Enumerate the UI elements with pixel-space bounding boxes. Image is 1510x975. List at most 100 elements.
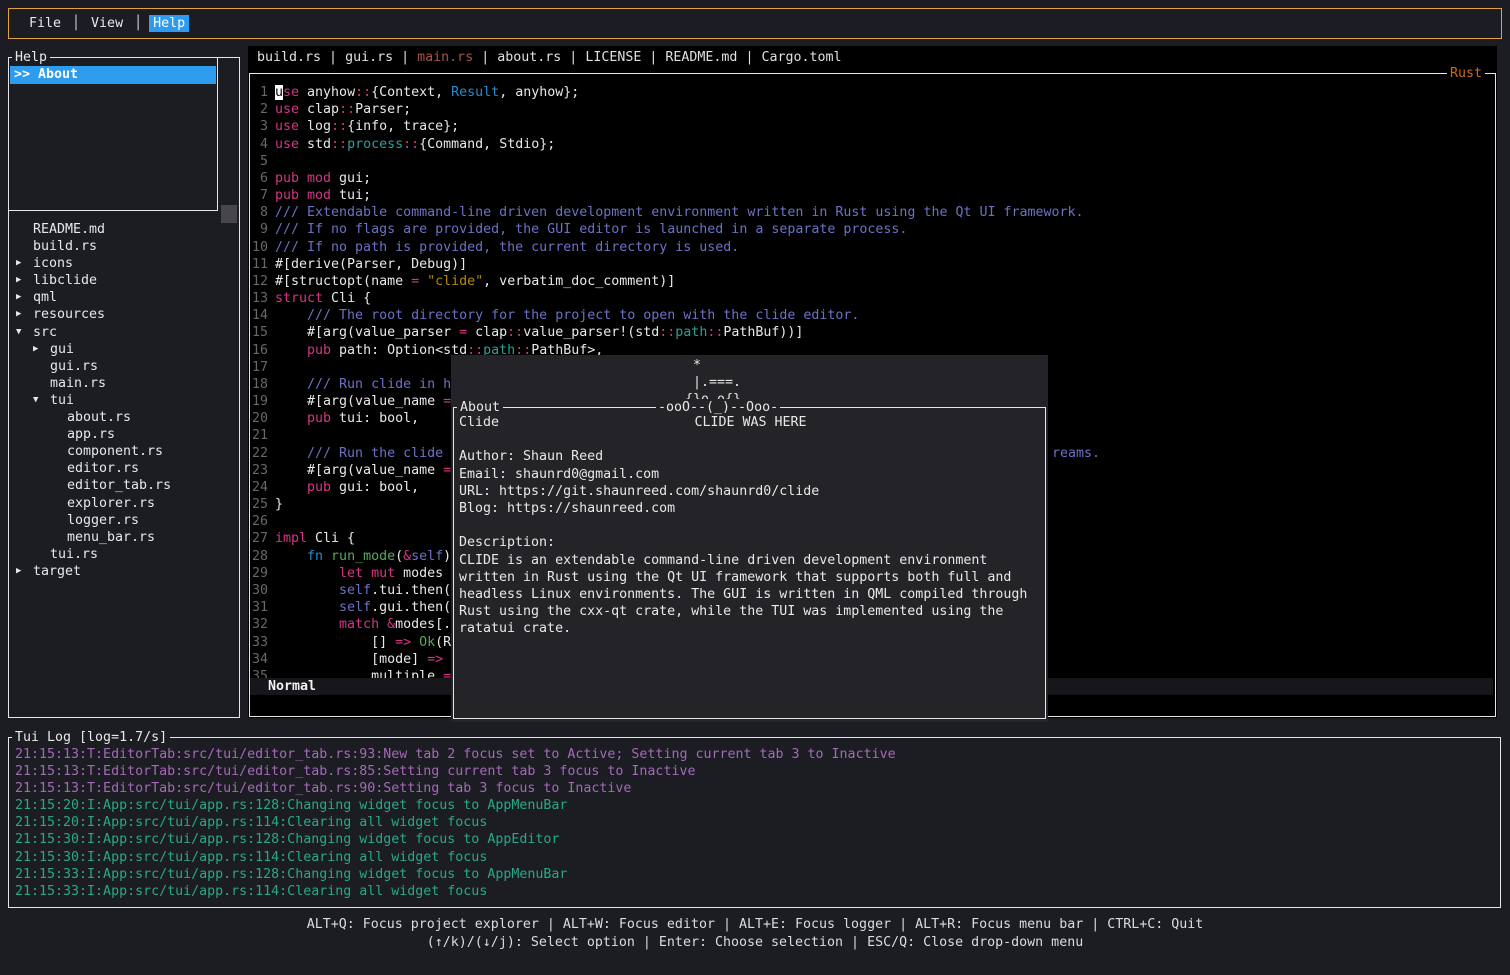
explorer-item-gui[interactable]: ▶gui [10,341,238,358]
folder-collapsed-icon: ▶ [32,341,50,358]
explorer-item-label: qml [33,289,57,306]
code-line: 7pub mod tui; [250,187,1493,204]
code-token: .gui.then( [371,600,451,615]
tab-gui.rs[interactable]: gui.rs [345,50,393,65]
code-text: match &modes[. [275,616,451,633]
tab-Cargo.toml[interactable]: Cargo.toml [761,50,841,65]
tab-main.rs[interactable]: main.rs [417,50,473,65]
explorer-item-logger.rs[interactable]: logger.rs [10,512,238,529]
tab-LICENSE[interactable]: LICENSE [585,50,641,65]
code-token: clap [299,102,339,117]
menu-bar: File│View│Help [8,8,1502,39]
explorer-item-component.rs[interactable]: component.rs [10,443,238,460]
explorer-item-resources[interactable]: ▶resources [10,306,238,323]
text-cursor: u [275,85,283,100]
explorer-item-libclide[interactable]: ▶libclide [10,272,238,289]
code-line: 8/// Extendable command-line driven deve… [250,204,1493,221]
code-line: 15 #[arg(value_parser = clap::value_pars… [250,324,1493,341]
about-dialog-row: ratatui crate. [459,620,1042,637]
menu-item-file[interactable]: File [25,15,65,32]
code-token: = [459,325,467,340]
code-token: :: [403,137,419,152]
about-dialog-row: Author: Shaun Reed [459,448,1042,465]
log-entry-info: 21:15:33:I:App:src/tui/app.rs:114:Cleari… [15,883,1500,900]
explorer-item-tui[interactable]: ▼tui [10,392,238,409]
line-number: 17 [250,359,268,376]
explorer-item-explorer.rs[interactable]: explorer.rs [10,495,238,512]
menu-option-about[interactable]: >> About [10,66,216,84]
code-text: #[structopt(name = "clide", verbatim_doc… [275,273,675,290]
code-token: run_mode [323,549,395,564]
code-token: Ok [419,635,435,650]
code-line: 5 [250,153,1493,170]
log-entry-info: 21:15:30:I:App:src/tui/app.rs:128:Changi… [15,831,1500,848]
line-number: 15 [250,324,268,341]
line-number: 16 [250,342,268,359]
code-token: /// If no flags are provided, the GUI ed… [275,222,907,237]
explorer-item-target[interactable]: ▶target [10,563,238,580]
explorer-item-icons[interactable]: ▶icons [10,255,238,272]
editor-tab-bar: build.rs | gui.rs | main.rs | about.rs |… [257,50,842,65]
code-text: use clap::Parser; [275,101,411,118]
explorer-item-tui.rs[interactable]: tui.rs [10,546,238,563]
code-text: } [275,496,283,513]
menu-item-view[interactable]: View [87,15,127,32]
code-text: /// Run the clide [275,445,451,462]
explorer-item-build.rs[interactable]: build.rs [10,238,238,255]
code-token: se [283,85,299,100]
explorer-scrollbar-thumb[interactable] [221,205,237,223]
line-number: 13 [250,290,268,307]
code-text: use std::process::{Command, Stdio}; [275,136,555,153]
explorer-item-label: editor.rs [67,460,139,477]
line-number: 6 [250,170,268,187]
code-text: self.tui.then( [275,582,451,599]
tab-build.rs[interactable]: build.rs [257,50,321,65]
code-token: Result [451,85,499,100]
menu-item-help[interactable]: Help [149,15,189,32]
code-token: modes[. [395,617,451,632]
line-number: 30 [250,582,268,599]
code-token: :: [339,102,355,117]
explorer-item-label: target [33,563,81,580]
explorer-item-qml[interactable]: ▶qml [10,289,238,306]
explorer-item-gui.rs[interactable]: gui.rs [10,358,238,375]
log-entries: 21:15:13:T:EditorTab:src/tui/editor_tab.… [9,738,1500,900]
line-number: 22 [250,445,268,462]
code-token: , verbatim_doc_comment)] [483,274,675,289]
code-text: /// If no flags are provided, the GUI ed… [275,221,907,238]
line-number: 29 [250,565,268,582]
folder-collapsed-icon: ▶ [15,255,33,272]
tab-separator: | [321,50,345,65]
line-number: 5 [250,153,268,170]
code-token: use [275,119,299,134]
code-text: #[derive(Parser, Debug)] [275,256,467,273]
explorer-item-README.md[interactable]: README.md [10,221,238,238]
code-token [411,635,419,650]
code-text: pub tui: bool, [275,410,419,427]
code-token: /// The root directory for the project t… [275,308,859,323]
code-token: ( [395,549,403,564]
tab-README.md[interactable]: README.md [665,50,737,65]
line-number: 9 [250,221,268,238]
tab-about.rs[interactable]: about.rs [497,50,561,65]
explorer-item-app.rs[interactable]: app.rs [10,426,238,443]
explorer-item-main.rs[interactable]: main.rs [10,375,238,392]
language-badge: Rust [1447,65,1485,82]
log-entry-trace: 21:15:13:T:EditorTab:src/tui/editor_tab.… [15,763,1500,780]
code-text: impl Cli { [275,530,355,547]
code-token: use [275,102,299,117]
explorer-item-menu_bar.rs[interactable]: menu_bar.rs [10,529,238,546]
code-text: [] => Ok(R [275,634,451,651]
explorer-item-src[interactable]: ▼src [10,324,238,341]
log-entry-trace: 21:15:13:T:EditorTab:src/tui/editor_tab.… [15,746,1500,763]
explorer-item-editor.rs[interactable]: editor.rs [10,460,238,477]
code-token: tui; [331,188,371,203]
tab-separator: | [393,50,417,65]
explorer-item-editor_tab.rs[interactable]: editor_tab.rs [10,477,238,494]
code-token: :: [331,119,347,134]
explorer-item-about.rs[interactable]: about.rs [10,409,238,426]
code-token: pub mod [275,171,331,186]
code-token: pub [275,411,331,426]
explorer-item-label: README.md [33,221,105,238]
code-token: ) [443,549,451,564]
